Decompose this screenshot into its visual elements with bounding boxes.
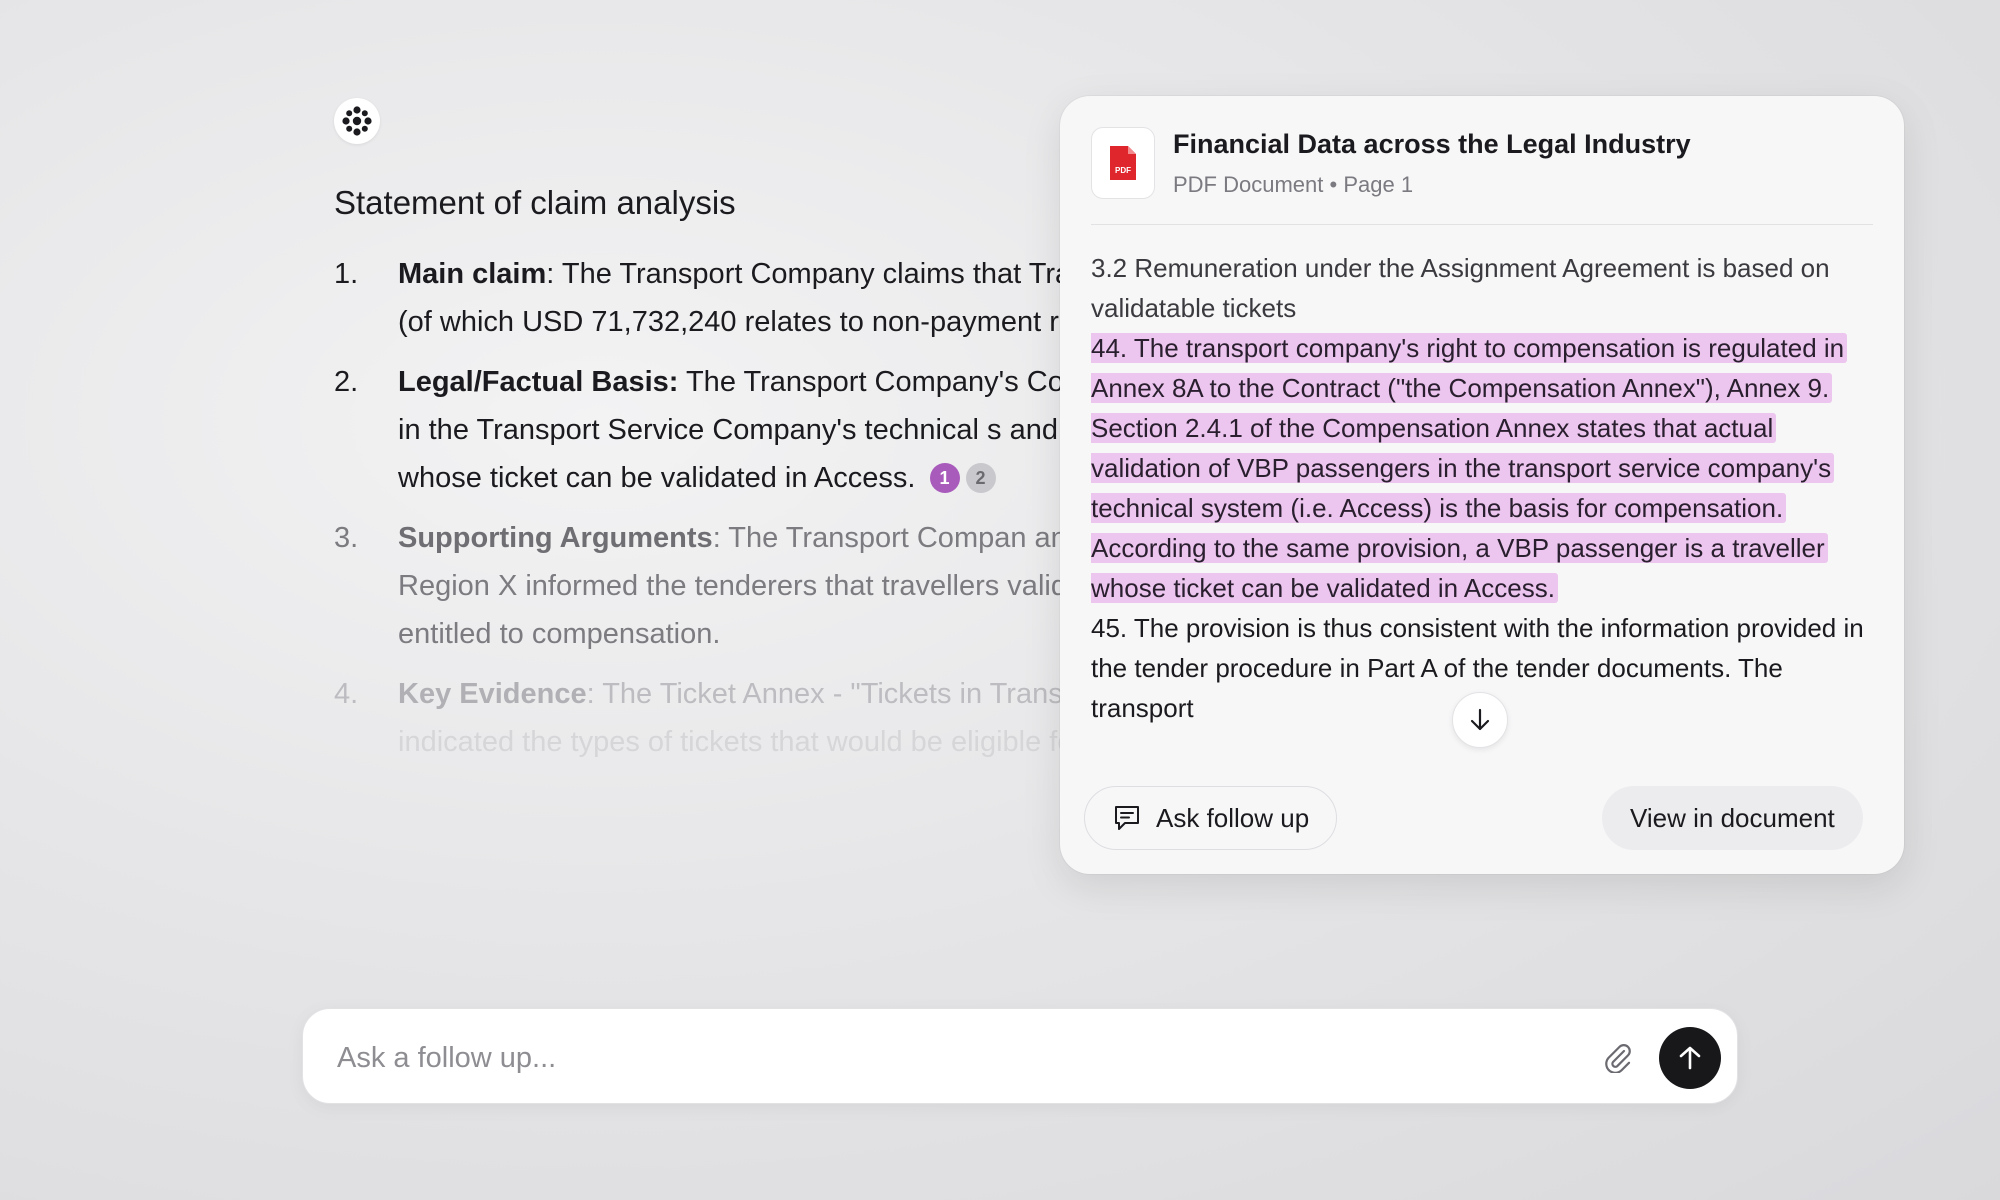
paperclip-icon (1605, 1044, 1631, 1073)
document-subtitle: PDF Document • Page 1 (1173, 172, 1691, 198)
item-lead: Main claim (398, 258, 547, 290)
separator-dot: • (1329, 172, 1338, 197)
assistant-logo-icon (334, 98, 380, 144)
scroll-down-button[interactable] (1452, 692, 1508, 748)
document-meta: Financial Data across the Legal Industry… (1173, 129, 1691, 198)
excerpt-highlight: 44. The transport company's right to com… (1091, 333, 1848, 603)
document-title: Financial Data across the Legal Industry (1173, 129, 1691, 159)
view-in-document-button[interactable]: View in document (1602, 786, 1863, 850)
ask-follow-up-label: Ask follow up (1156, 802, 1310, 833)
follow-up-input[interactable] (335, 1033, 1559, 1083)
item-separator: : (712, 522, 721, 554)
send-button[interactable] (1659, 1027, 1721, 1089)
source-header: PDF Financial Data across the Legal Indu… (1091, 127, 1873, 221)
arrow-up-icon (1679, 1046, 1701, 1070)
item-number: 3. (334, 522, 359, 554)
item-separator: : (586, 678, 595, 710)
source-popover: PDF Financial Data across the Legal Indu… (1060, 96, 1904, 874)
item-number: 4. (334, 678, 359, 710)
source-excerpt[interactable]: 3.2 Remuneration under the Assignment Ag… (1091, 248, 1873, 856)
item-lead: Legal/Factual Basis: (398, 366, 679, 398)
pdf-file-icon: PDF (1091, 127, 1155, 199)
document-type: PDF Document (1173, 172, 1324, 197)
attach-button[interactable] (1599, 1039, 1635, 1075)
composer-bar (302, 1008, 1738, 1104)
pdf-badge-text: PDF (1115, 166, 1131, 175)
citation-badge-2[interactable]: 2 (965, 463, 996, 493)
citation-badge-1[interactable]: 1 (929, 463, 960, 493)
item-lead: Supporting Arguments (398, 522, 713, 554)
divider (1091, 224, 1873, 225)
item-number: 2. (334, 366, 359, 398)
excerpt-intro: 3.2 Remuneration under the Assignment Ag… (1091, 253, 1830, 323)
page-label: Page 1 (1343, 172, 1414, 197)
view-in-document-label: View in document (1630, 802, 1835, 833)
chat-bubble-icon (1115, 806, 1139, 830)
item-lead: Key Evidence (398, 678, 587, 710)
ask-follow-up-button[interactable]: Ask follow up (1084, 786, 1338, 850)
item-number: 1. (334, 258, 359, 290)
arrow-down-icon (1470, 708, 1490, 731)
